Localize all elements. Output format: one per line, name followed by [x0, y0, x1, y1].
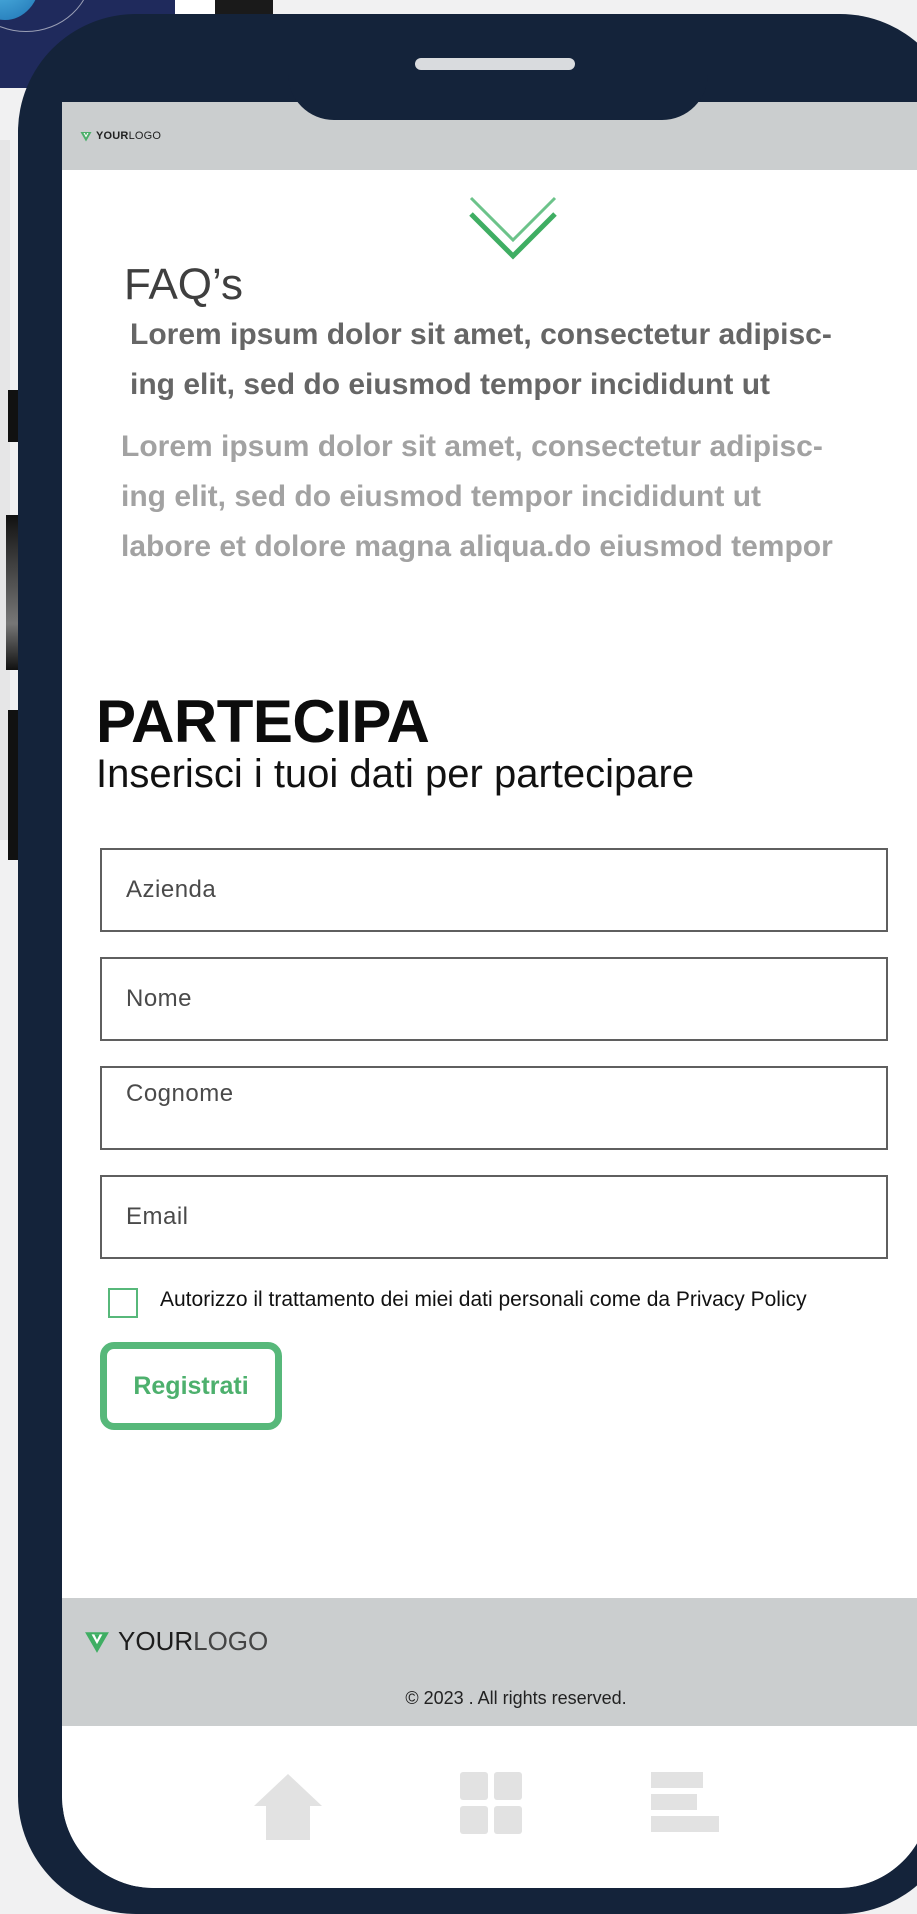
chevron-double-down-icon[interactable] — [468, 194, 558, 262]
home-icon[interactable] — [254, 1772, 322, 1842]
v-leaf-icon — [85, 1631, 109, 1653]
faq-question-line: ing elit, sed do eiusmod tempor incididu… — [130, 368, 771, 401]
footer: YOURLOGO © 2023 . All rights reserved. — [62, 1598, 917, 1726]
consent-label[interactable]: Autorizzo il trattamento dei miei dati p… — [160, 1288, 807, 1312]
last-name-field[interactable] — [100, 1066, 888, 1150]
footer-logo[interactable]: YOURLOGO — [84, 1626, 268, 1657]
consent-checkbox[interactable] — [108, 1288, 138, 1318]
grid-icon[interactable] — [460, 1772, 522, 1834]
company-field[interactable] — [100, 848, 888, 932]
v-leaf-icon — [80, 131, 92, 141]
faq-question[interactable]: Lorem ipsum dolor sit amet, consectetur … — [130, 310, 890, 410]
faq-answer-line: Lorem ipsum dolor sit amet, consectetur … — [121, 430, 823, 463]
footer-logo-text: YOURLOGO — [118, 1626, 269, 1656]
email-field[interactable] — [100, 1175, 888, 1259]
first-name-field[interactable] — [100, 957, 888, 1041]
faq-answer-line: ing elit, sed do eiusmod tempor incididu… — [121, 480, 762, 513]
phone-speaker — [415, 58, 575, 70]
phone-frame: YOURLOGO FAQ’s Lorem ipsum dolor sit ame… — [18, 14, 917, 1914]
register-button[interactable]: Registrati — [100, 1342, 282, 1430]
bottom-nav — [62, 1726, 917, 1888]
menu-bars-icon[interactable] — [651, 1772, 719, 1832]
header-logo-text: YOURLOGO — [96, 130, 162, 142]
form-subtitle: Inserisci i tuoi dati per partecipare — [96, 752, 695, 796]
faq-answer-line: labore et dolore magna aliqua.do eiusmod… — [121, 530, 833, 563]
faq-title: FAQ’s — [124, 260, 244, 309]
background-ring — [0, 0, 92, 32]
header-logo[interactable]: YOURLOGO — [80, 130, 161, 142]
form-title: PARTECIPA — [96, 688, 430, 755]
copyright-text: © 2023 . All rights reserved. — [405, 1688, 627, 1708]
phone-screen: YOURLOGO FAQ’s Lorem ipsum dolor sit ame… — [62, 102, 917, 1888]
phone-notch — [288, 28, 708, 120]
faq-question-line: Lorem ipsum dolor sit amet, consectetur … — [130, 318, 832, 351]
faq-answer: Lorem ipsum dolor sit amet, consectetur … — [121, 422, 891, 572]
